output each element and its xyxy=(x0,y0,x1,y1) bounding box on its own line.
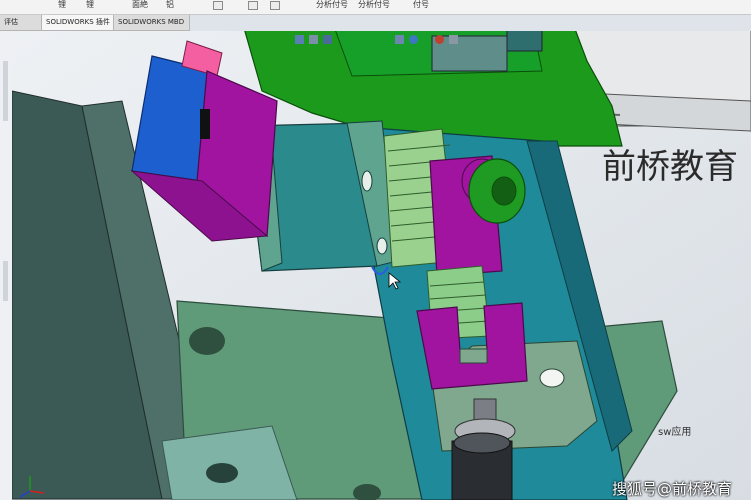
tab-evaluate[interactable]: 评估 xyxy=(0,15,42,30)
view-orientation-icon[interactable] xyxy=(295,35,304,44)
panel-handle[interactable] xyxy=(3,261,8,301)
ribbon-tool-icon[interactable] xyxy=(270,1,280,10)
assembly-model[interactable] xyxy=(12,31,751,500)
display-style-icon[interactable] xyxy=(395,35,404,44)
brand-watermark: 前桥教育 xyxy=(602,147,738,187)
footer-watermark: 搜狐号@前桥教育 xyxy=(612,480,733,498)
scene-icon[interactable] xyxy=(435,35,444,44)
screw-nut-top xyxy=(453,432,511,454)
ribbon-label-3[interactable]: 面絶 xyxy=(132,0,148,9)
ribbon-tool-icon[interactable] xyxy=(213,1,223,10)
section-view-icon[interactable] xyxy=(323,35,332,44)
ribbon-label-6[interactable]: 分析付号 xyxy=(358,0,390,9)
corner-hole xyxy=(206,463,238,483)
ribbon-label-7[interactable]: 付号 xyxy=(413,0,429,9)
tab-solidworks-mbd[interactable]: SOLIDWORKS MBD xyxy=(114,15,190,30)
appearance-icon[interactable] xyxy=(409,35,418,44)
slider-end xyxy=(506,31,543,52)
ribbon-label-4[interactable]: 铝 xyxy=(166,0,174,9)
small-watermark: sw应用 xyxy=(658,427,692,438)
tab-solidworks-addins[interactable]: SOLIDWORKS 插件 xyxy=(42,15,114,30)
ribbon-toolbar: 锂 锂 面絶 铝 分析付号 分析付号 付号 xyxy=(0,0,751,15)
driver-slot xyxy=(200,109,210,139)
flange-hole xyxy=(361,170,373,192)
ribbon-label-2[interactable]: 锂 xyxy=(86,0,94,9)
graphics-viewport[interactable]: 前桥教育 sw应用 xyxy=(12,31,751,500)
bracket-slot xyxy=(459,348,488,364)
flange-hole xyxy=(376,237,388,255)
shaft-bore xyxy=(491,176,517,206)
view-settings-icon[interactable] xyxy=(449,35,458,44)
base-hole xyxy=(189,327,225,355)
ribbon-label-1[interactable]: 锂 xyxy=(58,0,66,9)
bearing-hole xyxy=(539,368,565,388)
command-manager-tabs: 评估 SOLIDWORKS 插件 SOLIDWORKS MBD xyxy=(0,15,190,31)
zoom-icon[interactable] xyxy=(309,35,318,44)
panel-handle[interactable] xyxy=(3,61,8,121)
ribbon-label-5[interactable]: 分析付号 xyxy=(316,0,348,9)
ribbon-tool-icon[interactable] xyxy=(248,1,258,10)
